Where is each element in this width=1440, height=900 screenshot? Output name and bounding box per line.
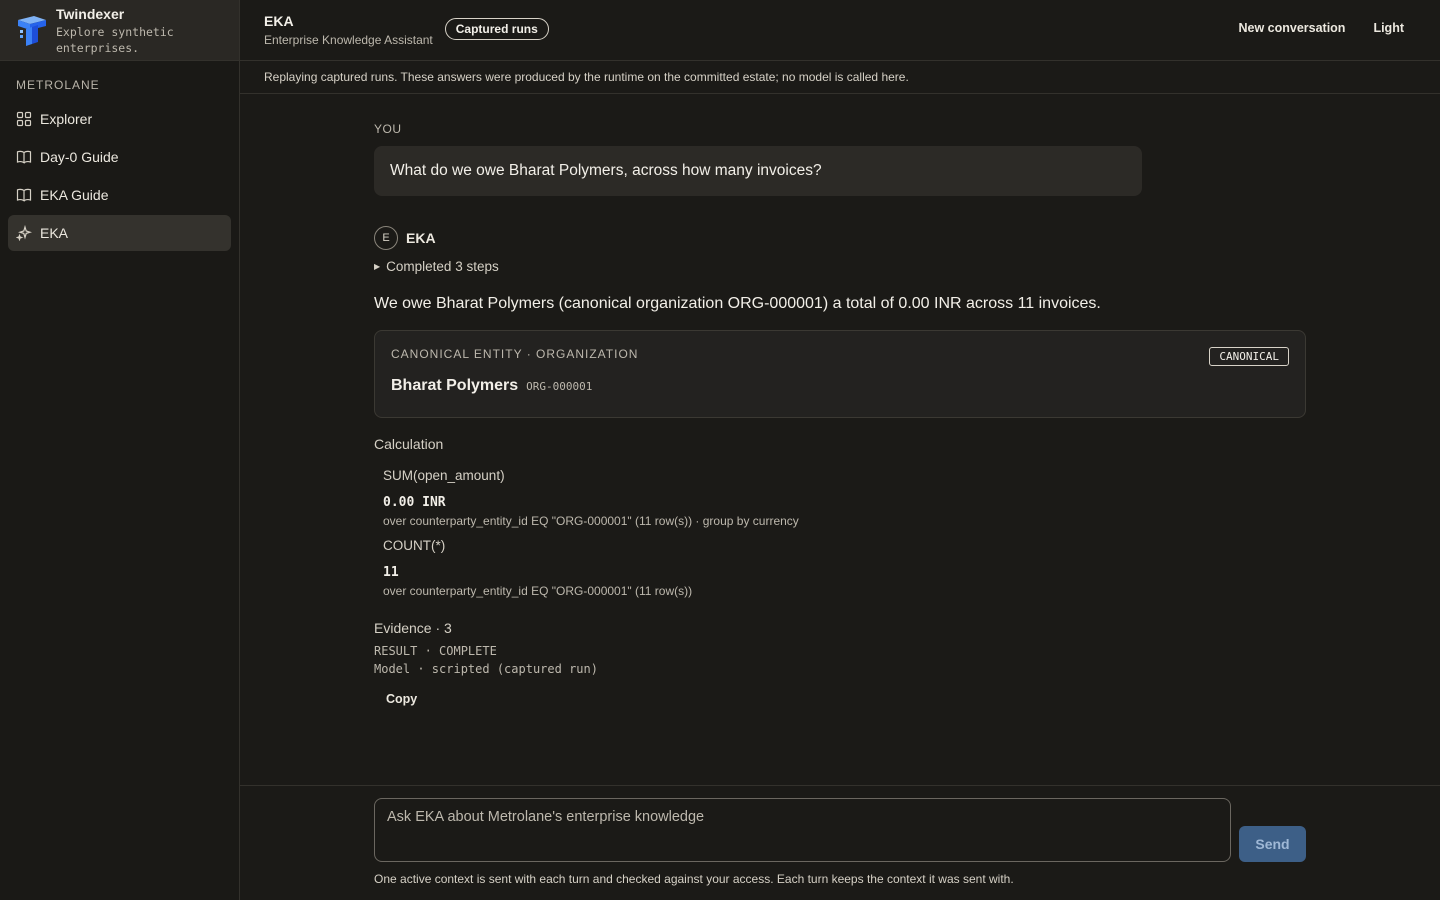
sidebar-item-eka[interactable]: EKA [8, 215, 231, 251]
conversation: YOU What do we owe Bharat Polymers, acro… [374, 122, 1306, 706]
header-title-block: EKA Enterprise Knowledge Assistant [264, 13, 433, 48]
book-icon [16, 149, 32, 165]
sidebar-item-label: Day-0 Guide [40, 149, 119, 165]
calculation-value: 11 [383, 565, 399, 580]
calculation-detail: over counterparty_entity_id EQ "ORG-0000… [383, 514, 799, 528]
header: EKA Enterprise Knowledge Assistant Captu… [240, 0, 1440, 61]
brand[interactable]: Twindexer Explore synthetic enterprises. [0, 0, 239, 61]
replay-notice: Replaying captured runs. These answers w… [240, 61, 1440, 94]
sidebar-item-eka-guide[interactable]: EKA Guide [8, 177, 231, 213]
disclosure-triangle-icon: ▶ [374, 261, 381, 271]
entity-name-row: Bharat Polymers ORG-000001 [391, 377, 1289, 395]
sidebar-item-label: EKA [40, 225, 69, 241]
sidebar-item-day0-guide[interactable]: Day-0 Guide [8, 139, 231, 175]
assistant-header: E EKA [374, 226, 1306, 250]
calculation-expression: COUNT(*) [383, 538, 446, 553]
calculation-item: SUM(open_amount) 0.00 INR over counterpa… [374, 468, 1306, 528]
grid-icon [16, 111, 32, 127]
message-input[interactable]: Ask EKA about Metrolane's enterprise kno… [374, 798, 1231, 862]
sidebar-section-label: METROLANE [16, 78, 100, 92]
steps-label: Completed 3 steps [386, 258, 499, 274]
calculation-item: COUNT(*) 11 over counterparty_entity_id … [374, 538, 1306, 598]
twindexer-logo-icon [14, 12, 50, 48]
canonical-badge: CANONICAL [1209, 347, 1289, 366]
calculation-value: 0.00 INR [383, 495, 446, 510]
sidebar-item-label: EKA Guide [40, 187, 109, 203]
entity-card[interactable]: CANONICAL ENTITY · ORGANIZATION Bharat P… [374, 330, 1306, 418]
book-icon [16, 187, 32, 203]
sidebar-item-explorer[interactable]: Explorer [8, 101, 231, 137]
brand-name: Twindexer [56, 6, 125, 22]
brand-tagline: Explore synthetic enterprises. [56, 25, 174, 55]
assistant-answer: We owe Bharat Polymers (canonical organi… [374, 295, 1101, 312]
assistant-name: EKA [406, 230, 436, 246]
calculation-label: Calculation [374, 436, 444, 452]
page-title: EKA [264, 12, 294, 29]
composer-note: One active context is sent with each tur… [374, 872, 1014, 886]
composer: Ask EKA about Metrolane's enterprise kno… [240, 785, 1440, 900]
calculation-detail: over counterparty_entity_id EQ "ORG-0000… [383, 584, 693, 598]
new-conversation-button[interactable]: New conversation [1238, 21, 1345, 35]
captured-runs-badge: Captured runs [444, 18, 549, 40]
sidebar-item-label: Explorer [40, 111, 93, 127]
evidence-toggle[interactable]: Evidence · 3 [374, 620, 1306, 636]
avatar: E [374, 226, 398, 250]
calculation-expression: SUM(open_amount) [383, 468, 505, 483]
sidebar: Twindexer Explore synthetic enterprises.… [0, 0, 240, 900]
user-label: YOU [374, 122, 402, 136]
header-actions: New conversation Light [1238, 21, 1404, 35]
send-button[interactable]: Send [1239, 826, 1306, 862]
user-message: What do we owe Bharat Polymers, across h… [374, 146, 1142, 196]
page-subtitle: Enterprise Knowledge Assistant [264, 32, 433, 47]
sidebar-nav: Explorer Day-0 Guide EKA Guide EKA [0, 101, 239, 251]
entity-name: Bharat Polymers [391, 377, 519, 394]
model-info: Model · scripted (captured run) [374, 662, 598, 676]
entity-id: ORG-000001 [526, 380, 593, 393]
theme-toggle-button[interactable]: Light [1373, 21, 1404, 35]
result-status: RESULT · COMPLETE [374, 644, 497, 658]
entity-kind: CANONICAL ENTITY · ORGANIZATION [391, 347, 639, 361]
sparkle-icon [16, 225, 32, 241]
steps-toggle[interactable]: ▶ Completed 3 steps [374, 256, 1306, 276]
copy-button[interactable]: Copy [386, 692, 417, 706]
